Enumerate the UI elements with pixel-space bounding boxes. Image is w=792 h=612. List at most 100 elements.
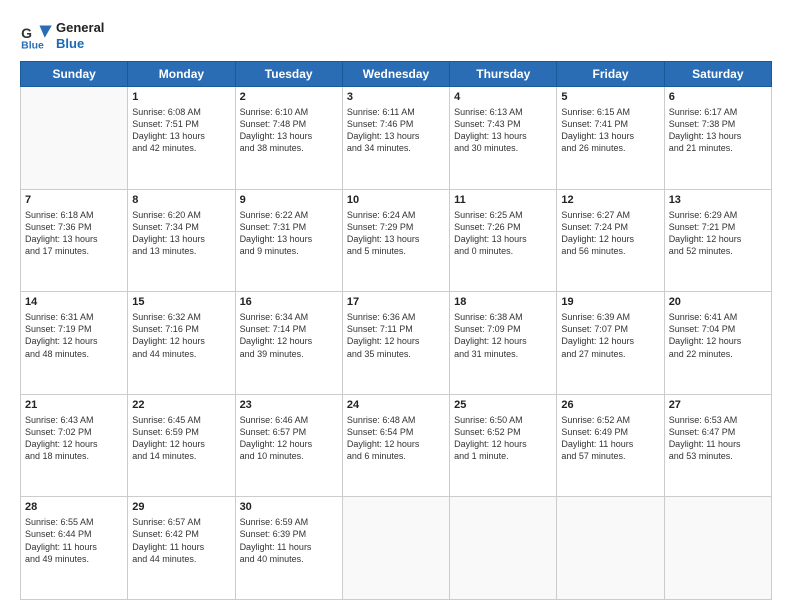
day-number: 16 bbox=[240, 295, 338, 310]
day-info: Sunrise: 6:13 AM Sunset: 7:43 PM Dayligh… bbox=[454, 106, 552, 155]
calendar-cell: 21Sunrise: 6:43 AM Sunset: 7:02 PM Dayli… bbox=[21, 394, 128, 497]
svg-text:Blue: Blue bbox=[21, 39, 44, 50]
calendar-cell: 5Sunrise: 6:15 AM Sunset: 7:41 PM Daylig… bbox=[557, 87, 664, 190]
day-number: 28 bbox=[25, 500, 123, 515]
day-info: Sunrise: 6:10 AM Sunset: 7:48 PM Dayligh… bbox=[240, 106, 338, 155]
day-number: 9 bbox=[240, 193, 338, 208]
day-info: Sunrise: 6:31 AM Sunset: 7:19 PM Dayligh… bbox=[25, 311, 123, 360]
day-number: 24 bbox=[347, 398, 445, 413]
weekday-sunday: Sunday bbox=[21, 62, 128, 87]
day-info: Sunrise: 6:17 AM Sunset: 7:38 PM Dayligh… bbox=[669, 106, 767, 155]
day-number: 21 bbox=[25, 398, 123, 413]
day-info: Sunrise: 6:22 AM Sunset: 7:31 PM Dayligh… bbox=[240, 209, 338, 258]
day-number: 13 bbox=[669, 193, 767, 208]
calendar-cell: 19Sunrise: 6:39 AM Sunset: 7:07 PM Dayli… bbox=[557, 292, 664, 395]
day-number: 4 bbox=[454, 90, 552, 105]
day-info: Sunrise: 6:55 AM Sunset: 6:44 PM Dayligh… bbox=[25, 516, 123, 565]
day-number: 3 bbox=[347, 90, 445, 105]
calendar-cell: 4Sunrise: 6:13 AM Sunset: 7:43 PM Daylig… bbox=[450, 87, 557, 190]
day-info: Sunrise: 6:41 AM Sunset: 7:04 PM Dayligh… bbox=[669, 311, 767, 360]
day-info: Sunrise: 6:32 AM Sunset: 7:16 PM Dayligh… bbox=[132, 311, 230, 360]
calendar-cell: 2Sunrise: 6:10 AM Sunset: 7:48 PM Daylig… bbox=[235, 87, 342, 190]
page-header: G Blue General Blue bbox=[20, 16, 772, 51]
day-info: Sunrise: 6:27 AM Sunset: 7:24 PM Dayligh… bbox=[561, 209, 659, 258]
calendar-cell: 29Sunrise: 6:57 AM Sunset: 6:42 PM Dayli… bbox=[128, 497, 235, 600]
weekday-wednesday: Wednesday bbox=[342, 62, 449, 87]
svg-text:G: G bbox=[21, 24, 32, 40]
day-info: Sunrise: 6:34 AM Sunset: 7:14 PM Dayligh… bbox=[240, 311, 338, 360]
day-info: Sunrise: 6:18 AM Sunset: 7:36 PM Dayligh… bbox=[25, 209, 123, 258]
day-info: Sunrise: 6:48 AM Sunset: 6:54 PM Dayligh… bbox=[347, 414, 445, 463]
day-number: 18 bbox=[454, 295, 552, 310]
calendar-cell: 23Sunrise: 6:46 AM Sunset: 6:57 PM Dayli… bbox=[235, 394, 342, 497]
calendar-cell bbox=[664, 497, 771, 600]
day-info: Sunrise: 6:53 AM Sunset: 6:47 PM Dayligh… bbox=[669, 414, 767, 463]
day-number: 26 bbox=[561, 398, 659, 413]
weekday-thursday: Thursday bbox=[450, 62, 557, 87]
logo-text-blue: Blue bbox=[56, 36, 104, 52]
calendar-cell: 9Sunrise: 6:22 AM Sunset: 7:31 PM Daylig… bbox=[235, 189, 342, 292]
calendar-cell: 3Sunrise: 6:11 AM Sunset: 7:46 PM Daylig… bbox=[342, 87, 449, 190]
day-number: 2 bbox=[240, 90, 338, 105]
logo-text-general: General bbox=[56, 20, 104, 36]
weekday-saturday: Saturday bbox=[664, 62, 771, 87]
calendar-cell: 18Sunrise: 6:38 AM Sunset: 7:09 PM Dayli… bbox=[450, 292, 557, 395]
calendar-cell: 24Sunrise: 6:48 AM Sunset: 6:54 PM Dayli… bbox=[342, 394, 449, 497]
calendar-cell: 25Sunrise: 6:50 AM Sunset: 6:52 PM Dayli… bbox=[450, 394, 557, 497]
day-number: 15 bbox=[132, 295, 230, 310]
calendar-cell: 7Sunrise: 6:18 AM Sunset: 7:36 PM Daylig… bbox=[21, 189, 128, 292]
day-number: 8 bbox=[132, 193, 230, 208]
calendar-cell: 22Sunrise: 6:45 AM Sunset: 6:59 PM Dayli… bbox=[128, 394, 235, 497]
day-number: 14 bbox=[25, 295, 123, 310]
day-number: 7 bbox=[25, 193, 123, 208]
day-info: Sunrise: 6:57 AM Sunset: 6:42 PM Dayligh… bbox=[132, 516, 230, 565]
day-info: Sunrise: 6:15 AM Sunset: 7:41 PM Dayligh… bbox=[561, 106, 659, 155]
day-number: 30 bbox=[240, 500, 338, 515]
weekday-monday: Monday bbox=[128, 62, 235, 87]
day-number: 1 bbox=[132, 90, 230, 105]
calendar-cell: 13Sunrise: 6:29 AM Sunset: 7:21 PM Dayli… bbox=[664, 189, 771, 292]
day-info: Sunrise: 6:20 AM Sunset: 7:34 PM Dayligh… bbox=[132, 209, 230, 258]
week-row-5: 28Sunrise: 6:55 AM Sunset: 6:44 PM Dayli… bbox=[21, 497, 772, 600]
day-info: Sunrise: 6:43 AM Sunset: 7:02 PM Dayligh… bbox=[25, 414, 123, 463]
day-number: 19 bbox=[561, 295, 659, 310]
week-row-1: 1Sunrise: 6:08 AM Sunset: 7:51 PM Daylig… bbox=[21, 87, 772, 190]
calendar-cell: 14Sunrise: 6:31 AM Sunset: 7:19 PM Dayli… bbox=[21, 292, 128, 395]
calendar-cell bbox=[21, 87, 128, 190]
calendar-cell: 17Sunrise: 6:36 AM Sunset: 7:11 PM Dayli… bbox=[342, 292, 449, 395]
day-number: 12 bbox=[561, 193, 659, 208]
day-number: 23 bbox=[240, 398, 338, 413]
calendar-cell: 28Sunrise: 6:55 AM Sunset: 6:44 PM Dayli… bbox=[21, 497, 128, 600]
calendar-cell: 26Sunrise: 6:52 AM Sunset: 6:49 PM Dayli… bbox=[557, 394, 664, 497]
logo: G Blue General Blue bbox=[20, 20, 104, 51]
day-number: 17 bbox=[347, 295, 445, 310]
calendar-cell bbox=[557, 497, 664, 600]
logo-icon: G Blue bbox=[20, 22, 52, 50]
calendar-cell bbox=[450, 497, 557, 600]
day-number: 10 bbox=[347, 193, 445, 208]
day-number: 25 bbox=[454, 398, 552, 413]
week-row-4: 21Sunrise: 6:43 AM Sunset: 7:02 PM Dayli… bbox=[21, 394, 772, 497]
day-number: 27 bbox=[669, 398, 767, 413]
day-info: Sunrise: 6:11 AM Sunset: 7:46 PM Dayligh… bbox=[347, 106, 445, 155]
calendar-cell: 12Sunrise: 6:27 AM Sunset: 7:24 PM Dayli… bbox=[557, 189, 664, 292]
day-info: Sunrise: 6:36 AM Sunset: 7:11 PM Dayligh… bbox=[347, 311, 445, 360]
day-info: Sunrise: 6:08 AM Sunset: 7:51 PM Dayligh… bbox=[132, 106, 230, 155]
week-row-2: 7Sunrise: 6:18 AM Sunset: 7:36 PM Daylig… bbox=[21, 189, 772, 292]
day-number: 6 bbox=[669, 90, 767, 105]
day-info: Sunrise: 6:25 AM Sunset: 7:26 PM Dayligh… bbox=[454, 209, 552, 258]
day-number: 22 bbox=[132, 398, 230, 413]
day-info: Sunrise: 6:46 AM Sunset: 6:57 PM Dayligh… bbox=[240, 414, 338, 463]
day-info: Sunrise: 6:50 AM Sunset: 6:52 PM Dayligh… bbox=[454, 414, 552, 463]
weekday-tuesday: Tuesday bbox=[235, 62, 342, 87]
day-info: Sunrise: 6:52 AM Sunset: 6:49 PM Dayligh… bbox=[561, 414, 659, 463]
calendar-cell bbox=[342, 497, 449, 600]
weekday-header-row: SundayMondayTuesdayWednesdayThursdayFrid… bbox=[21, 62, 772, 87]
calendar-cell: 16Sunrise: 6:34 AM Sunset: 7:14 PM Dayli… bbox=[235, 292, 342, 395]
day-info: Sunrise: 6:45 AM Sunset: 6:59 PM Dayligh… bbox=[132, 414, 230, 463]
day-number: 29 bbox=[132, 500, 230, 515]
calendar-cell: 30Sunrise: 6:59 AM Sunset: 6:39 PM Dayli… bbox=[235, 497, 342, 600]
calendar-cell: 6Sunrise: 6:17 AM Sunset: 7:38 PM Daylig… bbox=[664, 87, 771, 190]
week-row-3: 14Sunrise: 6:31 AM Sunset: 7:19 PM Dayli… bbox=[21, 292, 772, 395]
day-info: Sunrise: 6:38 AM Sunset: 7:09 PM Dayligh… bbox=[454, 311, 552, 360]
